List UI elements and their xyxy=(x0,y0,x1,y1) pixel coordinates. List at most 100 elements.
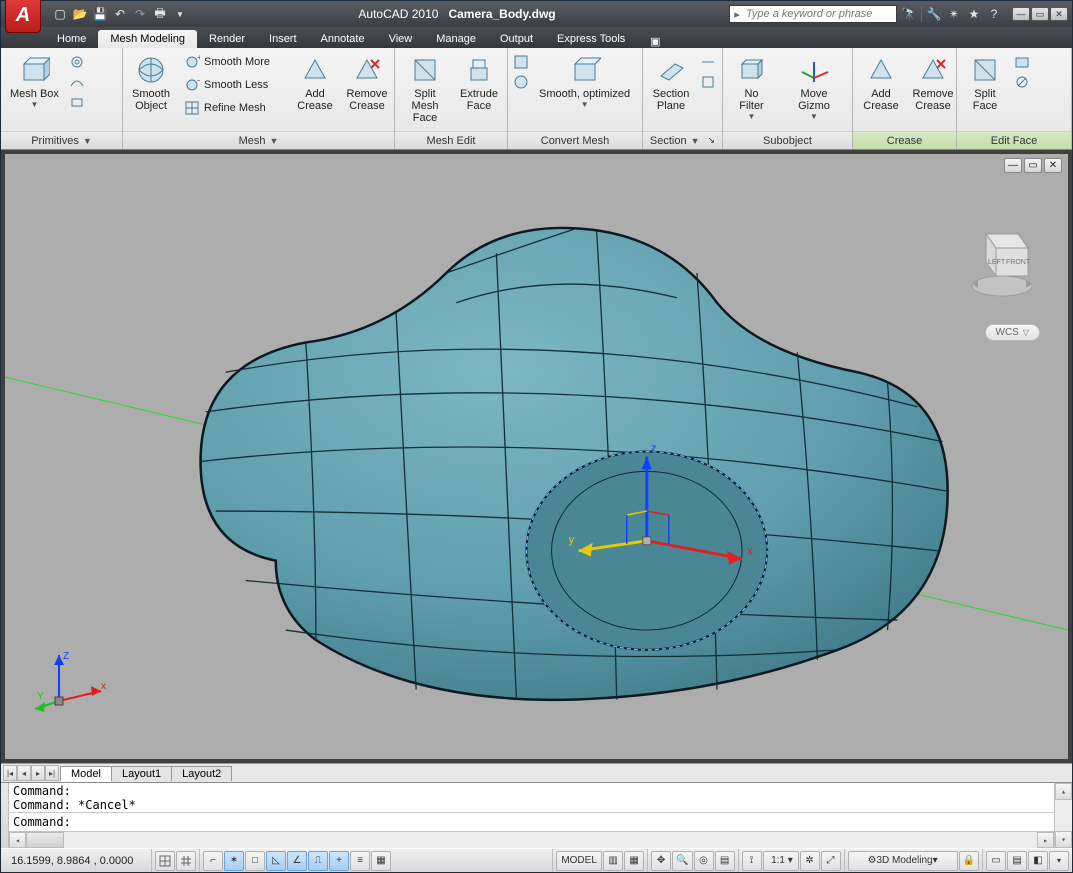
remove-crease2-button[interactable]: Remove Crease xyxy=(909,51,957,115)
smooth-less-button[interactable]: −Smooth Less xyxy=(179,74,279,96)
section-opt2-icon[interactable] xyxy=(699,73,717,91)
sb-lwt-icon[interactable]: ≡ xyxy=(350,851,370,871)
sb-annoscale-icon[interactable]: ⟟ xyxy=(742,851,762,871)
layout-tab-layout2[interactable]: Layout2 xyxy=(171,766,232,781)
window-maximize-button[interactable]: ▭ xyxy=(1031,7,1049,21)
window-minimize-button[interactable]: — xyxy=(1012,7,1030,21)
help-icon[interactable]: ? xyxy=(986,6,1002,22)
tab-manage[interactable]: Manage xyxy=(424,30,488,48)
layout-nav-last-icon[interactable]: ▸| xyxy=(45,765,59,781)
remove-crease-button[interactable]: Remove Crease xyxy=(343,51,391,115)
sb-polar-icon[interactable]: ✶ xyxy=(224,851,244,871)
qat-open-icon[interactable]: 📂 xyxy=(71,5,89,23)
tab-output[interactable]: Output xyxy=(488,30,545,48)
split-face-button[interactable]: Split Face xyxy=(961,51,1009,115)
sb-annoauto-icon[interactable]: ⤢ xyxy=(821,851,841,871)
primitive-opt2-icon[interactable] xyxy=(68,73,86,91)
qat-print-icon[interactable]: 🖶 xyxy=(151,5,169,23)
help-search[interactable]: ▸ xyxy=(729,5,897,23)
section-opt1-icon[interactable] xyxy=(699,53,717,71)
layout-tab-layout1[interactable]: Layout1 xyxy=(111,766,172,781)
sb-scale-button[interactable]: 1:1 ▾ xyxy=(763,851,799,871)
split-mesh-face-button[interactable]: Split Mesh Face xyxy=(399,51,451,127)
command-window-handle[interactable] xyxy=(1,783,9,848)
application-menu-button[interactable]: A xyxy=(5,0,41,33)
sb-dyn-icon[interactable]: + xyxy=(329,851,349,871)
section-plane-button[interactable]: Section Plane xyxy=(647,51,695,115)
sb-ducs-icon[interactable]: ⎍ xyxy=(308,851,328,871)
move-gizmo-button[interactable]: Move Gizmo ▼ xyxy=(780,51,848,124)
window-close-button[interactable]: ✕ xyxy=(1050,7,1068,21)
no-filter-button[interactable]: No Filter ▼ xyxy=(727,51,776,124)
sb-hardware-icon[interactable]: ▤ xyxy=(1007,851,1027,871)
sb-osnap-icon[interactable]: □ xyxy=(245,851,265,871)
sb-lock-icon[interactable]: 🔒 xyxy=(959,851,979,871)
editface-opt1-icon[interactable] xyxy=(1013,53,1031,71)
layout-nav-first-icon[interactable]: |◂ xyxy=(3,765,17,781)
tab-render[interactable]: Render xyxy=(197,30,257,48)
viewport-minimize-button[interactable]: — xyxy=(1004,158,1022,173)
qat-save-icon[interactable]: 💾 xyxy=(91,5,109,23)
tab-insert[interactable]: Insert xyxy=(257,30,309,48)
viewport-restore-button[interactable]: ▭ xyxy=(1024,158,1042,173)
cmd-hscroll-right-icon[interactable]: ▸ xyxy=(1037,832,1054,848)
sb-layout-icon[interactable]: ▥ xyxy=(603,851,623,871)
editface-opt2-icon[interactable] xyxy=(1013,73,1031,91)
sb-toolbar-icon[interactable]: ▭ xyxy=(986,851,1006,871)
tab-home[interactable]: Home xyxy=(45,30,98,48)
sb-pan-icon[interactable]: ✥ xyxy=(651,851,671,871)
sb-snap-icon[interactable] xyxy=(155,851,175,871)
layout-tab-model[interactable]: Model xyxy=(60,766,112,781)
convert-opt1-icon[interactable] xyxy=(512,53,530,71)
add-crease2-button[interactable]: Add Crease xyxy=(857,51,905,115)
sb-showmotion-icon[interactable]: ▤ xyxy=(715,851,735,871)
panel-primitives-label[interactable]: Primitives▼ xyxy=(1,131,122,149)
sb-workspace-button[interactable]: ⚙ 3D Modeling ▾ xyxy=(848,851,958,871)
sb-isolate-icon[interactable]: ◧ xyxy=(1028,851,1048,871)
sb-otrack-icon[interactable]: ∠ xyxy=(287,851,307,871)
sb-cleanscreen-icon[interactable]: ▾ xyxy=(1049,851,1069,871)
viewcube[interactable]: LEFT FRONT xyxy=(962,214,1042,304)
communication-icon[interactable]: ✴ xyxy=(946,6,962,22)
cmd-vscroll-down-icon[interactable]: ▾ xyxy=(1055,831,1072,848)
tab-annotate[interactable]: Annotate xyxy=(309,30,377,48)
qat-undo-icon[interactable]: ↶ xyxy=(111,5,129,23)
add-crease-button[interactable]: Add Crease xyxy=(291,51,339,115)
convert-opt2-icon[interactable] xyxy=(512,73,530,91)
refine-mesh-button[interactable]: Refine Mesh xyxy=(179,97,279,119)
search-input[interactable] xyxy=(744,8,896,20)
layout-nav-next-icon[interactable]: ▸ xyxy=(31,765,45,781)
sb-quickview-icon[interactable]: ▦ xyxy=(624,851,644,871)
panel-mesh-label[interactable]: Mesh▼ xyxy=(123,131,394,149)
infocenter-binoculars-icon[interactable]: 🔭 xyxy=(901,6,917,22)
qat-dropdown-icon[interactable]: ▼ xyxy=(171,5,189,23)
ribbon-minimize-icon[interactable]: ▣ xyxy=(645,35,665,48)
qat-redo-icon[interactable]: ↷ xyxy=(131,5,149,23)
layout-nav-prev-icon[interactable]: ◂ xyxy=(17,765,31,781)
cmd-hscroll-left-icon[interactable]: ◂ xyxy=(9,832,26,848)
search-caret-icon[interactable]: ▸ xyxy=(730,8,744,21)
smooth-optimized-button[interactable]: Smooth, optimized ▼ xyxy=(534,51,635,112)
tab-view[interactable]: View xyxy=(377,30,425,48)
cmd-vscroll-up-icon[interactable]: ▴ xyxy=(1055,783,1072,800)
sb-model-button[interactable]: MODEL xyxy=(556,851,602,871)
sb-steering-icon[interactable]: ◎ xyxy=(694,851,714,871)
wcs-indicator[interactable]: WCS▽ xyxy=(985,324,1041,341)
primitive-opt1-icon[interactable] xyxy=(68,53,86,71)
smooth-more-button[interactable]: +Smooth More xyxy=(179,51,279,73)
command-input[interactable] xyxy=(78,815,1050,829)
sb-annovis-icon[interactable]: ✲ xyxy=(800,851,820,871)
qat-new-icon[interactable]: ▢ xyxy=(51,5,69,23)
sb-qp-icon[interactable]: ▦ xyxy=(371,851,391,871)
sb-3dosnap-icon[interactable]: ◺ xyxy=(266,851,286,871)
drawing-viewport[interactable]: x y z x Y Z — ▭ ✕ xyxy=(5,154,1068,759)
favorites-icon[interactable]: ★ xyxy=(966,6,982,22)
viewport-close-button[interactable]: ✕ xyxy=(1044,158,1062,173)
mesh-box-button[interactable]: Mesh Box ▼ xyxy=(5,51,64,112)
sb-zoom-icon[interactable]: 🔍 xyxy=(672,851,692,871)
sb-ortho-icon[interactable]: ⌐ xyxy=(203,851,223,871)
tab-mesh-modeling[interactable]: Mesh Modeling xyxy=(98,30,197,48)
sb-grid-icon[interactable] xyxy=(176,851,196,871)
smooth-object-button[interactable]: Smooth Object xyxy=(127,51,175,115)
tab-express-tools[interactable]: Express Tools xyxy=(545,30,637,48)
